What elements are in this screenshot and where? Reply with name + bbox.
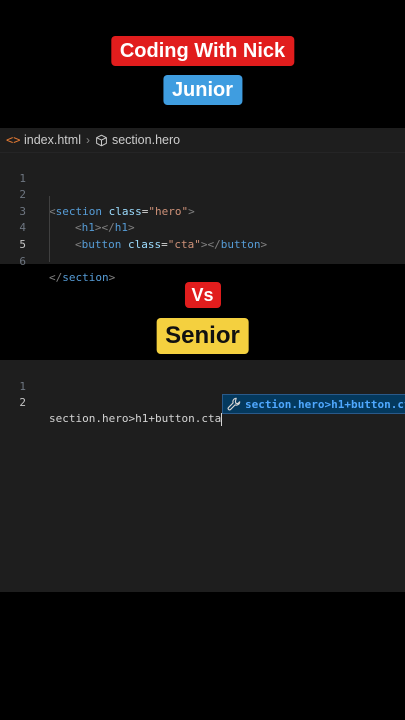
breadcrumb-symbol[interactable]: section.hero	[112, 133, 180, 147]
junior-label-badge: Junior	[162, 75, 243, 105]
code-line-3: 3 <h1></h1>	[0, 187, 405, 235]
suggestion-label: section.hero>h1+button.cta	[245, 397, 405, 411]
html-brackets-icon: <>	[6, 133, 21, 147]
chevron-right-icon: ›	[85, 133, 90, 147]
code-lines[interactable]: 1 2 <section class="hero"> 3 <h1></h1> 4…	[0, 154, 405, 285]
wrench-icon	[227, 397, 241, 411]
code-line-2: 2 <section class="hero">	[0, 171, 405, 218]
junior-code-editor[interactable]: <> index.html › section.hero 1 2 <sectio…	[0, 128, 405, 285]
code-line-1: 1	[0, 363, 405, 393]
code-lines[interactable]: 1 2 section.hero>h1+button.cta	[0, 363, 405, 426]
autocomplete-suggestion[interactable]: section.hero>h1+button.cta	[222, 394, 405, 414]
vs-label-badge: Vs	[184, 282, 221, 308]
code-line-5: 5	[0, 220, 405, 251]
code-line-1: 1	[0, 154, 405, 185]
code-line-6: 6 </section>	[0, 237, 405, 285]
breadcrumb: <> index.html › section.hero	[0, 128, 405, 153]
code-text: section.hero>h1+button.cta	[49, 411, 223, 427]
code-line-4: 4 <button class="cta"></button>	[0, 204, 405, 251]
indent-guide	[49, 196, 50, 262]
line-number: 6	[19, 254, 26, 268]
line-number-active: 2	[19, 396, 26, 409]
text-cursor	[221, 412, 223, 426]
typed-abbreviation: section.hero>h1+button.cta	[49, 412, 222, 425]
senior-label-badge: Senior	[156, 318, 249, 354]
cube-icon	[96, 134, 107, 146]
breadcrumb-file[interactable]: index.html	[24, 133, 81, 147]
senior-code-editor[interactable]: 1 2 section.hero>h1+button.cta section.h…	[0, 360, 405, 592]
channel-title-badge: Coding With Nick	[110, 36, 295, 66]
code-text: </section>	[49, 271, 116, 285]
code-line-2: 2 section.hero>h1+button.cta	[0, 379, 405, 426]
